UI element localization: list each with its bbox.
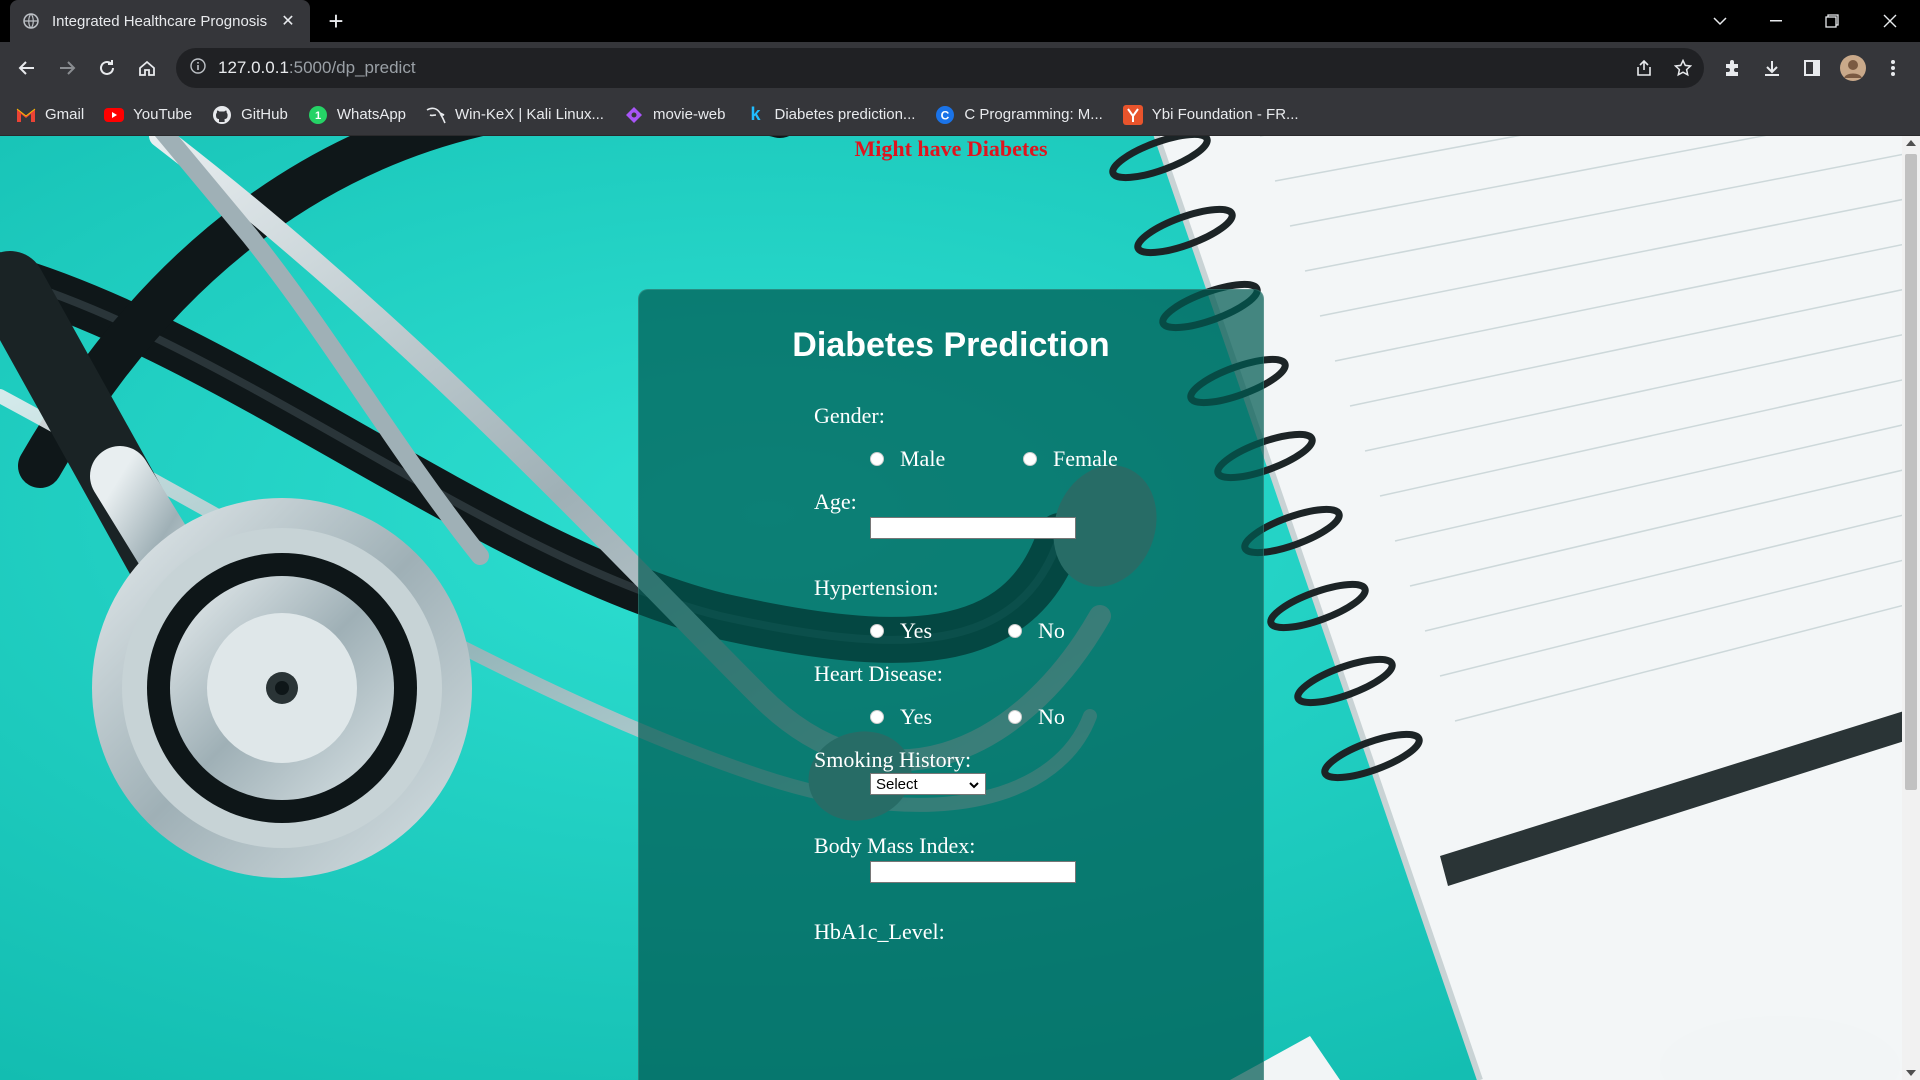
home-icon[interactable] (133, 54, 161, 82)
hypertension-label: Hypertension: (814, 575, 939, 600)
chevron-down-icon (968, 778, 980, 795)
c-programming-icon: C (935, 105, 955, 125)
bookmarks-bar: Gmail YouTube GitHub 1 WhatsApp Win-KeX … (0, 94, 1920, 136)
page-viewport: Might have Diabetes Diabetes Prediction … (0, 136, 1920, 1080)
globe-icon (22, 12, 40, 30)
radio-label: Yes (900, 704, 933, 729)
bookmark-kali[interactable]: Win-KeX | Kali Linux... (426, 105, 604, 125)
heart-disease-no-radio[interactable]: No (1008, 704, 1065, 730)
side-panel-icon[interactable] (1798, 54, 1826, 82)
bookmark-label: Win-KeX | Kali Linux... (455, 106, 604, 123)
bookmark-diabetes-prediction[interactable]: k Diabetes prediction... (746, 104, 916, 125)
bmi-label: Body Mass Index: (814, 833, 976, 858)
close-window-button[interactable] (1862, 0, 1918, 42)
kebab-menu-icon[interactable] (1879, 54, 1907, 82)
extensions-icon[interactable] (1718, 54, 1746, 82)
bookmark-label: Diabetes prediction... (774, 106, 916, 123)
gmail-icon (16, 105, 36, 125)
close-tab-icon[interactable]: ✕ (278, 11, 298, 31)
tab-search-icon[interactable] (1692, 0, 1748, 42)
svg-text:1: 1 (315, 110, 321, 122)
minimize-button[interactable] (1748, 0, 1804, 42)
radio-label: Yes (900, 618, 933, 643)
reload-icon[interactable] (93, 54, 121, 82)
address-bar[interactable]: 127.0.0.1:5000/dp_predict (176, 48, 1704, 88)
kaggle-icon: k (750, 104, 761, 124)
scroll-up-arrow-icon[interactable] (1906, 140, 1916, 146)
scroll-down-arrow-icon[interactable] (1906, 1070, 1916, 1076)
smoking-history-select[interactable]: Select (870, 773, 986, 795)
new-tab-button[interactable]: + (322, 8, 350, 36)
radio-button[interactable] (870, 452, 884, 466)
movie-web-icon (624, 105, 644, 125)
bookmark-movie-web[interactable]: movie-web (624, 105, 726, 125)
diabetes-prediction-form: Diabetes Prediction Gender: Male Female … (638, 289, 1264, 1080)
url-host: 127.0.0.1 (218, 58, 289, 77)
site-info-icon[interactable] (190, 57, 206, 79)
select-value: Select (876, 775, 918, 793)
bookmark-c-programming[interactable]: C C Programming: M... (935, 105, 1103, 125)
url-text: 127.0.0.1:5000/dp_predict (218, 58, 416, 78)
radio-label: Female (1053, 446, 1118, 471)
bookmark-youtube[interactable]: YouTube (104, 105, 192, 125)
radio-button[interactable] (870, 624, 884, 638)
page-scrollbar[interactable] (1902, 136, 1920, 1080)
age-input[interactable] (870, 517, 1076, 539)
hypertension-no-radio[interactable]: No (1008, 618, 1065, 644)
forward-arrow-icon[interactable] (53, 54, 81, 82)
url-path: :5000/dp_predict (288, 58, 416, 77)
bookmark-label: YouTube (133, 106, 193, 123)
bookmark-label: GitHub (241, 106, 288, 123)
scrollbar-thumb[interactable] (1905, 154, 1917, 790)
tab-title: Integrated Healthcare Prognosis (52, 12, 268, 30)
download-icon[interactable] (1758, 54, 1786, 82)
whatsapp-icon: 1 (308, 105, 328, 125)
form-title: Diabetes Prediction (792, 326, 1110, 364)
gender-label: Gender: (814, 403, 885, 428)
heart-disease-yes-radio[interactable]: Yes (870, 704, 932, 730)
radio-label: No (1038, 704, 1065, 729)
bookmark-label: Gmail (45, 106, 85, 123)
prediction-result-message: Might have Diabetes (854, 136, 1048, 161)
browser-tab[interactable]: Integrated Healthcare Prognosis ✕ (10, 0, 310, 42)
back-arrow-icon[interactable] (13, 54, 41, 82)
bookmark-star-icon[interactable] (1669, 54, 1697, 82)
bookmark-ybi-foundation[interactable]: Ybi Foundation - FR... (1122, 104, 1299, 125)
kali-icon (426, 105, 446, 125)
restore-button[interactable] (1804, 0, 1860, 42)
radio-button[interactable] (1008, 624, 1022, 638)
share-icon[interactable] (1630, 54, 1658, 82)
bookmark-github[interactable]: GitHub (212, 105, 288, 125)
ybi-icon (1122, 104, 1143, 125)
gender-male-radio[interactable]: Male (870, 446, 945, 472)
bookmark-label: C Programming: M... (964, 106, 1103, 123)
bookmark-whatsapp[interactable]: 1 WhatsApp (308, 105, 406, 125)
radio-label: No (1038, 618, 1065, 643)
bookmark-label: Ybi Foundation - FR... (1151, 106, 1299, 123)
heart-disease-label: Heart Disease: (814, 661, 943, 686)
radio-label: Male (900, 446, 946, 471)
age-label: Age: (814, 489, 857, 514)
profile-avatar[interactable] (1839, 54, 1867, 82)
radio-button[interactable] (1023, 452, 1037, 466)
browser-toolbar: 127.0.0.1:5000/dp_predict (0, 42, 1920, 94)
bmi-input[interactable] (870, 861, 1076, 883)
github-icon (212, 105, 232, 125)
bookmark-gmail[interactable]: Gmail (16, 105, 84, 125)
hba1c-label: HbA1c_Level: (814, 919, 945, 944)
svg-text:C: C (941, 108, 950, 122)
radio-button[interactable] (1008, 710, 1022, 724)
youtube-icon (104, 105, 125, 125)
bookmark-label: movie-web (652, 106, 726, 123)
smoking-history-label: Smoking History: (814, 747, 972, 772)
radio-button[interactable] (870, 710, 884, 724)
tab-strip: Integrated Healthcare Prognosis ✕ + (0, 0, 1920, 42)
gender-female-radio[interactable]: Female (1023, 446, 1118, 472)
bookmark-label: WhatsApp (336, 106, 407, 123)
hypertension-yes-radio[interactable]: Yes (870, 618, 932, 644)
